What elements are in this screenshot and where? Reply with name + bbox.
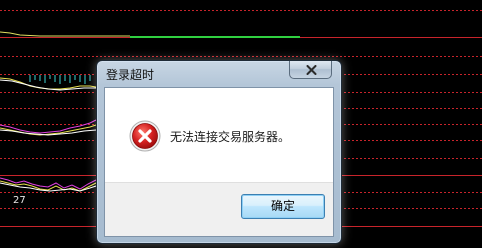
dialog-button-bar: 确定: [105, 182, 333, 236]
indicator-line-white: [0, 79, 96, 91]
dialog-client-area: 无法连接交易服务器。 确定: [104, 87, 334, 237]
timeout-dialog: 登录超时 无法连接交易服务器。 确定: [96, 60, 342, 244]
error-message: 无法连接交易服务器。: [170, 130, 291, 144]
indicator-line-yellow-2: [0, 124, 97, 136]
close-icon: [306, 65, 317, 75]
dialog-title: 登录超时: [106, 68, 155, 82]
volume-bars: [29, 75, 91, 84]
indicator-line-magenta-3: [0, 177, 97, 190]
error-icon: [129, 120, 161, 152]
chart-axis-label: 27: [13, 195, 26, 206]
close-button[interactable]: [289, 61, 332, 79]
message-panel: 无法连接交易服务器。: [105, 88, 333, 182]
price-line: [0, 31, 130, 37]
indicator-line-yellow: [0, 77, 97, 90]
ok-button[interactable]: 确定: [241, 194, 325, 219]
